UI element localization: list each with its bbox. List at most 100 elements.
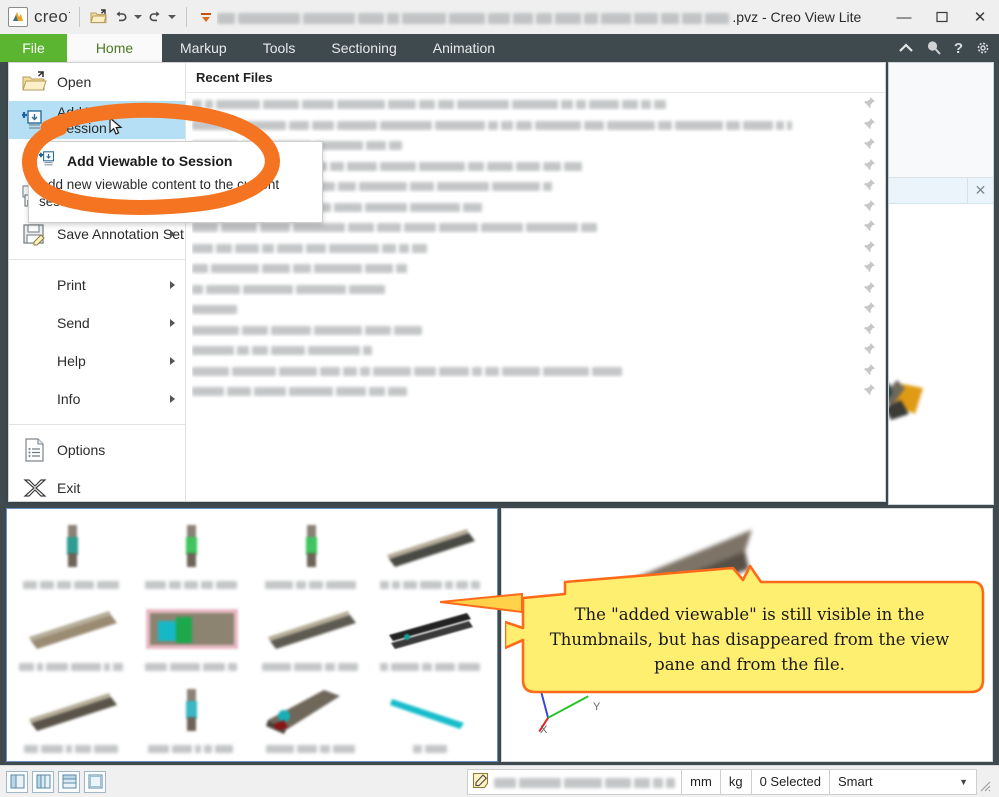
close-button[interactable]: ✕ — [961, 0, 999, 34]
pin-icon[interactable] — [859, 342, 879, 356]
thumbnail-item[interactable] — [133, 595, 253, 677]
recent-file-row[interactable] — [186, 339, 885, 360]
recent-file-row[interactable] — [186, 257, 885, 278]
thumbnail-item[interactable] — [13, 513, 133, 595]
chevron-right-icon — [170, 230, 175, 238]
menu-item-help[interactable]: Help — [9, 342, 185, 380]
recent-file-name-redacted — [192, 116, 859, 132]
help-icon[interactable]: ? — [954, 40, 963, 57]
close-icon[interactable]: ✕ — [967, 178, 993, 204]
thumbnail-item[interactable] — [133, 513, 253, 595]
recent-file-row[interactable] — [186, 237, 885, 258]
status-file-name-redacted — [494, 774, 678, 789]
pin-icon[interactable] — [859, 301, 879, 315]
tab-home[interactable]: Home — [67, 34, 162, 62]
undo-dropdown-icon[interactable] — [132, 6, 144, 28]
window-title-suffix: .pvz - Creo View Lite — [732, 9, 861, 25]
recent-file-name-redacted — [192, 362, 859, 378]
pin-icon[interactable] — [859, 178, 879, 192]
layout-single-icon[interactable] — [6, 771, 28, 793]
file-backstage-panel: Open Add Viewable to Session — [8, 62, 886, 502]
menu-item-send[interactable]: Send — [9, 304, 185, 342]
right-pane-upper-section — [889, 63, 993, 178]
right-pane-thumbnail — [889, 374, 989, 503]
redo-dropdown-icon[interactable] — [166, 6, 178, 28]
thumbnail-panel[interactable] — [6, 508, 498, 762]
redo-icon[interactable] — [144, 6, 166, 28]
pin-icon[interactable] — [859, 322, 879, 336]
pin-icon[interactable] — [859, 281, 879, 295]
recent-file-name-redacted — [192, 341, 859, 357]
thumbnail-label-redacted — [252, 737, 372, 759]
menu-item-add-viewable-to-session[interactable]: Add Viewable to Session — [9, 101, 185, 139]
undo-icon[interactable] — [110, 6, 132, 28]
tab-animation[interactable]: Animation — [415, 34, 513, 62]
tab-sectioning[interactable]: Sectioning — [313, 34, 414, 62]
recent-file-name-redacted — [192, 321, 859, 337]
recent-file-row[interactable] — [186, 360, 885, 381]
tab-tools[interactable]: Tools — [245, 34, 314, 62]
pin-icon[interactable] — [859, 199, 879, 213]
collapse-ribbon-icon[interactable] — [898, 43, 914, 53]
pin-icon[interactable] — [859, 219, 879, 233]
thumbnail-image — [379, 603, 483, 655]
status-current-file[interactable] — [467, 769, 682, 795]
thumbnail-item[interactable] — [252, 595, 372, 677]
search-icon[interactable] — [926, 40, 942, 56]
maximize-button[interactable] — [923, 0, 961, 34]
menu-item-info[interactable]: Info — [9, 380, 185, 418]
thumbnail-item[interactable] — [252, 513, 372, 595]
pin-icon[interactable] — [859, 363, 879, 377]
menu-item-exit[interactable]: Exit — [9, 469, 185, 507]
recent-file-row[interactable] — [186, 278, 885, 299]
recent-file-row[interactable] — [186, 114, 885, 135]
recent-file-row[interactable] — [186, 298, 885, 319]
thumbnail-image — [379, 685, 483, 737]
thumbnail-item[interactable] — [372, 513, 492, 595]
toolbar-divider-2 — [186, 7, 187, 27]
tab-file[interactable]: File — [0, 34, 67, 62]
axis-label-y: Y — [593, 701, 600, 713]
open-folder-icon[interactable] — [88, 6, 110, 28]
pin-icon[interactable] — [859, 137, 879, 151]
tooltip-title-row: Add Viewable to Session — [39, 150, 312, 171]
settings-icon[interactable] — [975, 40, 991, 56]
right-pane-body[interactable] — [889, 204, 993, 503]
thumbnail-image — [379, 521, 483, 573]
layout-full-icon[interactable] — [84, 771, 106, 793]
recent-files-list[interactable] — [186, 93, 885, 401]
thumbnail-image — [140, 521, 244, 573]
menu-item-print[interactable]: Print — [9, 266, 185, 304]
thumbnail-item[interactable] — [372, 595, 492, 677]
pin-icon[interactable] — [859, 240, 879, 254]
thumbnail-label-redacted — [13, 655, 133, 677]
resize-grip-icon[interactable] — [977, 769, 991, 795]
thumbnail-grid — [7, 509, 497, 759]
thumbnail-item[interactable] — [13, 677, 133, 759]
recent-file-row[interactable] — [186, 319, 885, 340]
pin-icon[interactable] — [859, 96, 879, 110]
layout-stacked-icon[interactable] — [58, 771, 80, 793]
layout-two-pane-icon[interactable] — [32, 771, 54, 793]
thumbnail-item[interactable] — [252, 677, 372, 759]
thumbnail-item[interactable] — [133, 677, 253, 759]
pin-icon[interactable] — [859, 117, 879, 131]
pin-icon[interactable] — [859, 383, 879, 397]
thumbnail-item[interactable] — [13, 595, 133, 677]
chevron-down-icon[interactable]: ▼ — [959, 777, 968, 787]
recent-file-row[interactable] — [186, 380, 885, 401]
menu-item-options[interactable]: Options — [9, 431, 185, 469]
brand-name: creo· — [34, 7, 71, 27]
recent-file-row[interactable] — [186, 93, 885, 114]
menu-item-label: Options — [57, 442, 105, 458]
customize-toolbar-icon[interactable] — [195, 6, 217, 28]
tab-markup[interactable]: Markup — [162, 34, 245, 62]
annotation-file-icon — [472, 772, 489, 792]
pin-icon[interactable] — [859, 158, 879, 172]
thumbnail-label-redacted — [133, 573, 253, 595]
pin-icon[interactable] — [859, 260, 879, 274]
thumbnail-item[interactable] — [372, 677, 492, 759]
minimize-button[interactable]: — — [885, 0, 923, 34]
menu-item-open[interactable]: Open — [9, 63, 185, 101]
select-mode-dropdown[interactable]: Smart ▼ — [829, 769, 977, 795]
